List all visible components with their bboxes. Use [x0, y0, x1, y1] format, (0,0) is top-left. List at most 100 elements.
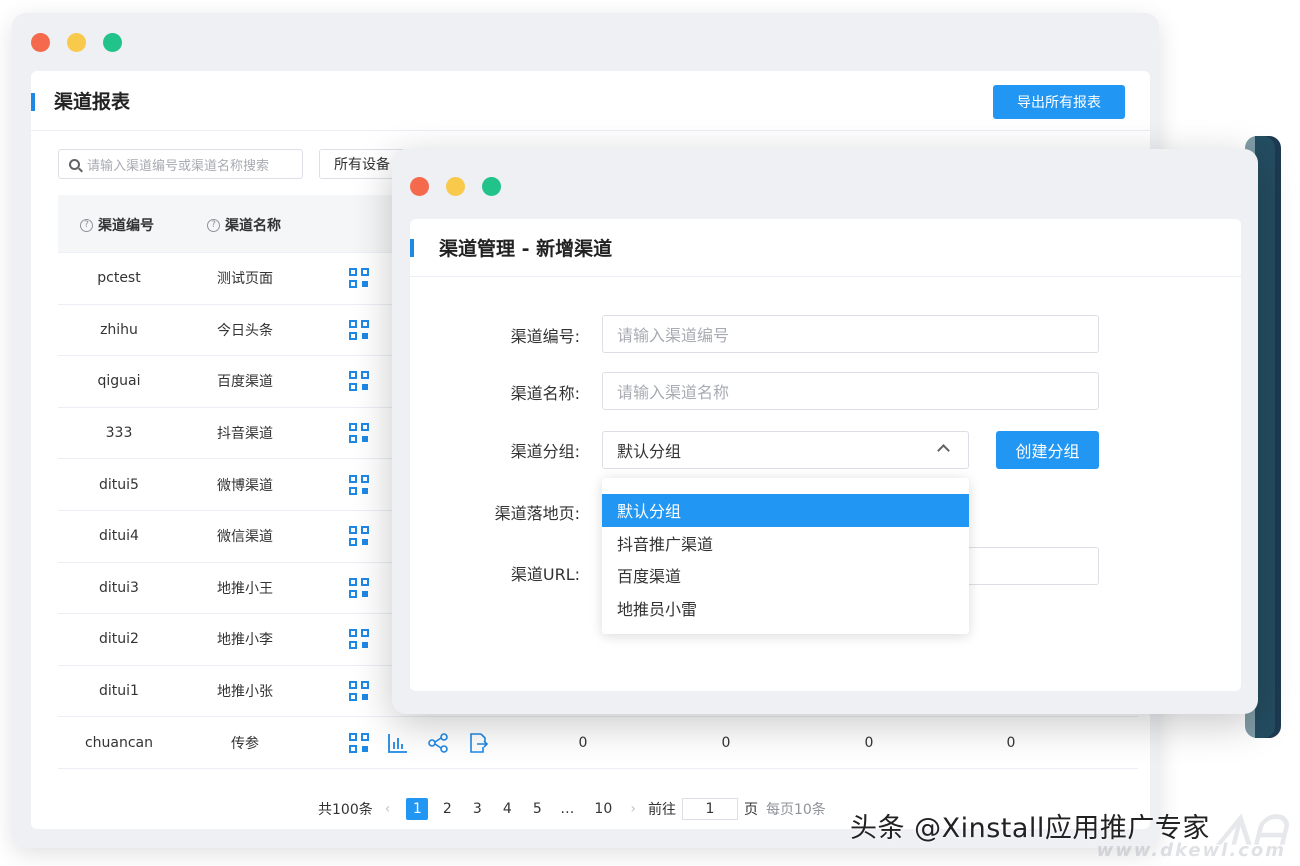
channel-code: pctest — [97, 270, 141, 287]
landing-page-label: 渠道落地页: — [494, 504, 580, 523]
dialog-title: 渠道管理 - 新增渠道 — [439, 238, 613, 260]
page-10[interactable]: 10 — [592, 798, 614, 820]
watermark-url: www.dkewl.com — [1096, 840, 1286, 861]
maximize-dot[interactable] — [103, 33, 122, 52]
channel-code: ditui4 — [99, 528, 139, 545]
table-row: chuancan 传参 0 0 0 0 — [58, 717, 1138, 769]
channel-code: ditui2 — [99, 631, 139, 648]
selected-group: 默认分组 — [617, 442, 682, 461]
page-unit: 页 — [743, 802, 758, 818]
channel-url-label: 渠道URL: — [510, 565, 580, 584]
qr-code-icon[interactable] — [349, 526, 369, 547]
column-header-code: ? 渠道编号 — [80, 215, 154, 235]
prev-page-icon[interactable]: ‹ — [385, 801, 391, 817]
window-controls — [31, 33, 122, 52]
window-controls — [410, 177, 501, 196]
page-1[interactable]: 1 — [406, 798, 429, 820]
row-actions — [349, 614, 369, 665]
channel-group-select[interactable]: 默认分组 — [602, 431, 969, 469]
qr-code-icon[interactable] — [349, 629, 369, 650]
stat-value: 0 — [1006, 734, 1016, 751]
export-all-button[interactable]: 导出所有报表 — [993, 85, 1125, 119]
export-file-icon[interactable] — [467, 732, 489, 754]
qr-code-icon[interactable] — [349, 268, 369, 289]
qr-code-icon[interactable] — [349, 732, 369, 753]
channel-code: 333 — [105, 425, 133, 442]
channel-code: ditui3 — [99, 579, 139, 596]
create-group-button[interactable]: 创建分组 — [996, 431, 1099, 469]
next-page-icon[interactable]: › — [630, 801, 636, 817]
page-4[interactable]: 4 — [496, 798, 518, 820]
channel-name: 百度渠道 — [217, 374, 273, 391]
search-icon — [69, 158, 80, 170]
channel-code: chuancan — [84, 734, 154, 751]
report-title-bar: 渠道报表 导出所有报表 — [31, 71, 1150, 131]
channel-name: 微博渠道 — [217, 477, 273, 494]
channel-name: 今日头条 — [217, 322, 273, 339]
qr-code-icon[interactable] — [349, 474, 369, 495]
channel-code: ditui5 — [99, 476, 139, 493]
channel-name-input[interactable]: 请输入渠道名称 — [602, 372, 1099, 410]
total-count: 共100条 — [318, 802, 373, 818]
pagination: 共100条 ‹ 1 2 3 4 5 … 10 › 前往 1 页 每页10条 — [318, 798, 826, 820]
page-2[interactable]: 2 — [436, 798, 458, 820]
page-size[interactable]: 每页10条 — [766, 799, 826, 819]
channel-name: 抖音渠道 — [217, 426, 273, 443]
channel-name: 测试页面 — [217, 271, 273, 288]
channel-code: qiguai — [97, 373, 141, 390]
channel-name: 传参 — [231, 735, 259, 752]
goto-label: 前往 — [647, 802, 676, 818]
stat-value: 0 — [578, 734, 588, 751]
close-dot[interactable] — [410, 177, 429, 196]
maximize-dot[interactable] — [482, 177, 501, 196]
add-channel-window: 渠道管理 - 新增渠道 渠道编号: 请输入渠道编号 渠道名称: 请输入渠道名称 … — [392, 149, 1258, 714]
channel-name: 地推小张 — [217, 684, 273, 701]
chevron-up-icon — [937, 444, 950, 457]
row-actions — [349, 459, 369, 510]
page-5[interactable]: 5 — [526, 798, 548, 820]
qr-code-icon[interactable] — [349, 423, 369, 444]
channel-code: ditui1 — [99, 683, 139, 700]
row-actions — [349, 563, 369, 614]
share-icon[interactable] — [427, 732, 449, 754]
channel-group-label: 渠道分组: — [510, 442, 580, 461]
dropdown-option[interactable]: 默认分组 — [602, 494, 969, 527]
channel-code-label: 渠道编号: — [510, 327, 580, 346]
qr-code-icon[interactable] — [349, 371, 369, 392]
minimize-dot[interactable] — [446, 177, 465, 196]
row-actions — [349, 305, 369, 356]
help-icon[interactable]: ? — [207, 218, 220, 232]
qr-code-icon[interactable] — [349, 319, 369, 340]
row-actions — [349, 511, 369, 562]
page-ellipsis[interactable]: … — [556, 798, 578, 820]
channel-name-label: 渠道名称: — [510, 384, 580, 403]
help-icon[interactable]: ? — [80, 218, 93, 232]
close-dot[interactable] — [31, 33, 50, 52]
channel-name: 微信渠道 — [217, 529, 273, 546]
channel-code-input[interactable]: 请输入渠道编号 — [602, 315, 1099, 353]
title-accent — [31, 93, 35, 111]
minimize-dot[interactable] — [67, 33, 86, 52]
decorative-backdrop — [1245, 136, 1281, 738]
search-input[interactable]: 请输入渠道编号或渠道名称搜索 — [58, 149, 303, 179]
dropdown-option[interactable]: 抖音推广渠道 — [602, 527, 969, 560]
column-header-name: ? 渠道名称 — [207, 215, 281, 235]
row-actions — [349, 356, 369, 407]
add-channel-panel: 渠道管理 - 新增渠道 渠道编号: 请输入渠道编号 渠道名称: 请输入渠道名称 … — [410, 219, 1241, 691]
qr-code-icon[interactable] — [349, 681, 369, 702]
row-actions — [349, 666, 369, 717]
channel-name: 地推小李 — [217, 632, 273, 649]
dialog-title-bar: 渠道管理 - 新增渠道 — [410, 219, 1241, 277]
dropdown-option[interactable]: 地推员小雷 — [602, 592, 969, 625]
page-3[interactable]: 3 — [466, 798, 488, 820]
group-dropdown-menu: 默认分组 抖音推广渠道 百度渠道 地推员小雷 — [602, 478, 969, 634]
stat-value: 0 — [864, 734, 874, 751]
statistics-icon[interactable] — [387, 732, 409, 754]
dropdown-option[interactable]: 百度渠道 — [602, 559, 969, 592]
search-placeholder: 请输入渠道编号或渠道名称搜索 — [87, 158, 270, 174]
title-accent — [410, 239, 414, 257]
qr-code-icon[interactable] — [349, 577, 369, 598]
stat-value: 0 — [721, 734, 731, 751]
channel-code: zhihu — [100, 321, 138, 338]
goto-page-input[interactable]: 1 — [681, 798, 738, 820]
